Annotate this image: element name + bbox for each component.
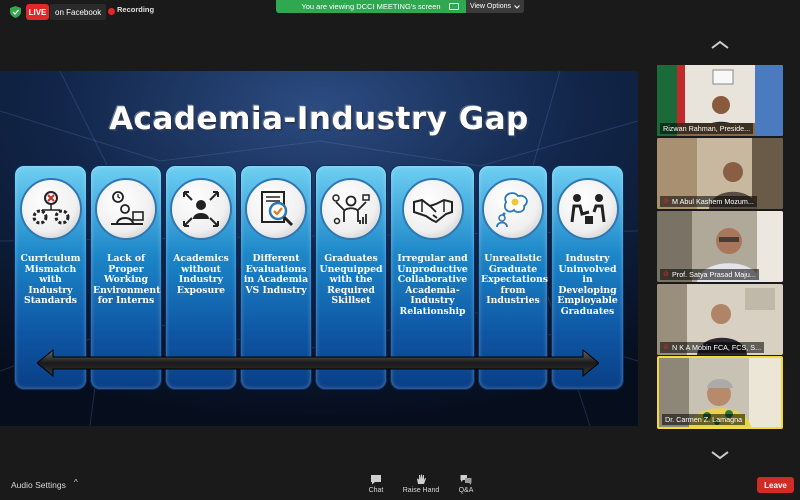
panel-icon-circle <box>245 178 307 240</box>
live-on-facebook-label[interactable]: on Facebook <box>50 4 107 20</box>
evaluation-magnifier-icon <box>261 191 294 227</box>
panel-icon-circle <box>401 178 464 240</box>
panel-text: Different Evaluations in Academia VS Ind… <box>243 253 309 296</box>
panel-text: Unrealistic Graduate Expectations from I… <box>481 253 549 307</box>
panel-text: Lack of Proper Working Environment for I… <box>93 253 161 307</box>
shield-icon[interactable] <box>10 6 21 18</box>
qa-button[interactable]: Q&A <box>441 474 491 500</box>
recording-label: Recording <box>117 5 155 14</box>
view-options-button[interactable]: View Options <box>466 0 524 13</box>
thought-bubble-icon <box>496 192 528 228</box>
participant-name: ⊘ Prof. Satya Prasad Maju... <box>660 269 759 280</box>
participant-video-tile[interactable]: Rizwan Rahman, Preside... <box>657 65 783 136</box>
double-arrow-graphic <box>37 348 599 378</box>
view-options-label: View Options <box>469 3 512 10</box>
panel-text: Graduates Unequipped with the Required S… <box>319 253 383 307</box>
chevron-up-icon[interactable]: ^ <box>74 478 78 487</box>
participant-name: Rizwan Rahman, Preside... <box>660 123 754 134</box>
chevron-up-icon[interactable] <box>710 40 730 50</box>
participant-video-tile[interactable]: ⊘ M Abul Kashem Mozum... <box>657 138 783 209</box>
raise-hand-icon <box>417 474 426 484</box>
panel-text: Industry Uninvolved in Developing Employ… <box>557 253 618 317</box>
meeting-toolbar: Audio Settings ^ Chat Raise Hand Q&A <box>0 470 800 500</box>
viewing-screen-banner: You are viewing DCCI MEETING's screen <box>276 0 466 13</box>
monitor-icon <box>449 3 459 10</box>
panel-icon-circle <box>320 178 382 240</box>
raise-hand-label: Raise Hand <box>402 487 440 494</box>
raise-hand-button[interactable]: Raise Hand <box>396 474 446 500</box>
qa-icon <box>460 475 472 485</box>
panel-icon-circle <box>170 178 232 240</box>
leave-button[interactable]: Leave <box>757 477 794 493</box>
chevron-down-icon <box>514 4 520 9</box>
developing-people-icon <box>570 194 605 224</box>
chat-button[interactable]: Chat <box>351 474 401 500</box>
mismatch-gears-icon <box>32 191 69 225</box>
panel-icon-circle <box>19 178 82 240</box>
participant-name: ⊘ N K A Mobin FCA, FCS, S... <box>660 342 765 353</box>
chevron-down-icon[interactable] <box>710 450 730 460</box>
panel-text: Academics without Industry Exposure <box>173 253 229 296</box>
participant-video-tile[interactable]: ⊘ Prof. Satya Prasad Maju... <box>657 211 783 282</box>
panel-icon-circle <box>482 178 544 240</box>
mic-muted-icon: ⊘ <box>663 198 669 205</box>
participant-video-tile-active-speaker[interactable]: Dr. Carmen Z. Lamagna <box>657 356 783 429</box>
chat-label: Chat <box>368 487 384 494</box>
handshake-icon <box>412 198 453 224</box>
audio-settings-button[interactable]: Audio Settings <box>11 480 66 490</box>
slide-title: Academia-Industry Gap <box>109 101 529 137</box>
panel-icon-circle <box>95 178 157 240</box>
zoom-meeting-window: LIVE on Facebook Recording You are viewi… <box>0 0 800 500</box>
top-bar: LIVE on Facebook Recording You are viewi… <box>0 0 800 26</box>
mic-muted-icon: ⊘ <box>663 271 669 278</box>
qa-label: Q&A <box>458 487 474 494</box>
participant-name: Dr. Carmen Z. Lamagna <box>662 414 746 425</box>
chat-icon <box>371 475 381 485</box>
participant-name: ⊘ M Abul Kashem Mozum... <box>660 196 757 207</box>
participant-video-tile[interactable]: ⊘ N K A Mobin FCA, FCS, S... <box>657 284 783 355</box>
skillset-person-icon <box>332 194 370 225</box>
intern-desk-icon <box>111 191 144 225</box>
exposure-person-icon <box>183 191 219 227</box>
live-badge[interactable]: LIVE <box>26 4 49 20</box>
recording-dot-icon <box>108 8 115 15</box>
mic-muted-icon: ⊘ <box>663 344 669 351</box>
panel-icon-circle <box>556 178 619 240</box>
panel-text: Irregular and Unproductive Collaborative… <box>397 253 468 317</box>
viewing-screen-text: You are viewing DCCI MEETING's screen <box>301 2 441 11</box>
panel-text: Curriculum Mismatch with Industry Standa… <box>20 253 81 307</box>
shared-screen: Academia-Industry Gap Curriculum Mismatc… <box>0 71 638 426</box>
